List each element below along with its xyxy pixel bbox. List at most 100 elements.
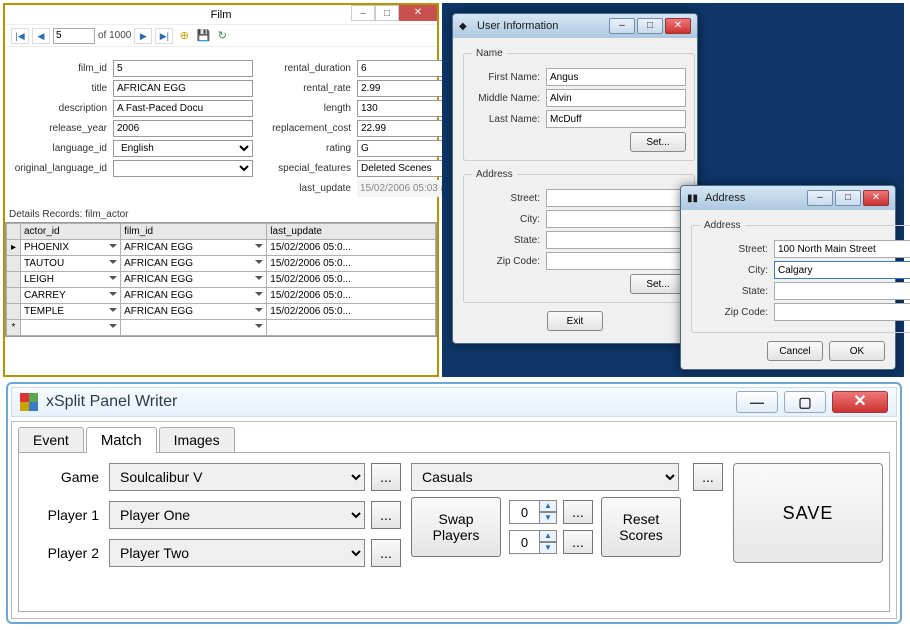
first-name-input[interactable] (546, 68, 686, 86)
street-input[interactable] (774, 240, 910, 258)
maximize-button[interactable]: ▢ (784, 391, 826, 413)
description-label: description (13, 103, 113, 114)
col-film-id[interactable]: film_id (121, 224, 267, 240)
maximize-button[interactable]: □ (375, 5, 399, 21)
score2-down[interactable]: ▼ (539, 542, 557, 554)
player2-select[interactable]: Player Two (109, 539, 365, 567)
set-address-button[interactable]: Set... (630, 274, 686, 294)
state-input[interactable] (546, 231, 686, 249)
cancel-button[interactable]: Cancel (767, 341, 823, 361)
minimize-button[interactable]: – (609, 18, 635, 34)
state-input[interactable] (774, 282, 910, 300)
close-button[interactable]: ✕ (665, 18, 691, 34)
exit-button[interactable]: Exit (547, 311, 603, 331)
set-name-button[interactable]: Set... (630, 132, 686, 152)
app-icon (20, 393, 38, 411)
title-label: title (13, 83, 113, 94)
street-label: Street: (472, 193, 546, 204)
score1-up[interactable]: ▲ (539, 500, 557, 512)
maximize-button[interactable]: □ (637, 18, 663, 34)
score2-input[interactable] (509, 530, 539, 554)
swap-players-button[interactable]: Swap Players (411, 497, 501, 557)
release-year-input[interactable] (113, 120, 253, 137)
original-language-id-label: original_language_id (13, 163, 113, 174)
reset-scores-button[interactable]: Reset Scores (601, 497, 681, 557)
replacement-cost-label: replacement_cost (257, 123, 357, 134)
tab-images[interactable]: Images (159, 427, 235, 452)
score1-down[interactable]: ▼ (539, 512, 557, 524)
last-name-input[interactable] (546, 110, 686, 128)
minimize-button[interactable]: – (351, 5, 375, 21)
zip-input[interactable] (774, 303, 910, 321)
title-input[interactable] (113, 80, 253, 97)
nav-first-button[interactable]: |◀ (11, 28, 29, 44)
maximize-button[interactable]: □ (835, 190, 861, 206)
film-actor-grid[interactable]: actor_id film_id last_update ▸PHOENIXAFR… (5, 222, 437, 337)
film-id-input[interactable] (113, 60, 253, 77)
nav-refresh-icon[interactable]: ↻ (214, 28, 230, 44)
special-features-label: special_features (257, 163, 357, 174)
ok-button[interactable]: OK (829, 341, 885, 361)
game-browse-button[interactable]: ... (371, 463, 401, 491)
address-title: Address (705, 192, 745, 204)
col-last-update[interactable]: last_update (267, 224, 436, 240)
close-button[interactable]: ✕ (399, 5, 437, 21)
score1-input[interactable] (509, 500, 539, 524)
tab-event[interactable]: Event (18, 427, 84, 452)
score1-browse-button[interactable]: ... (563, 500, 593, 524)
score2-spinner[interactable]: ▲▼ (509, 530, 557, 554)
release-year-label: release_year (13, 123, 113, 134)
zip-label: Zip Code: (700, 307, 774, 318)
city-label: City: (472, 214, 546, 225)
minimize-button[interactable]: – (807, 190, 833, 206)
street-input[interactable] (546, 189, 686, 207)
nav-save-icon[interactable]: 💾 (195, 28, 211, 44)
record-navigator: |◀ ◀ of 1000 ▶ ▶| ⊕ 💾 ↻ (5, 25, 437, 47)
score2-browse-button[interactable]: ... (563, 530, 593, 554)
street-label: Street: (700, 244, 774, 255)
last-update-label: last_update (257, 183, 357, 194)
close-button[interactable]: ✕ (832, 391, 888, 413)
xsplit-title: xSplit Panel Writer (46, 393, 177, 411)
film-id-label: film_id (13, 63, 113, 74)
nav-prev-button[interactable]: ◀ (32, 28, 50, 44)
player2-browse-button[interactable]: ... (371, 539, 401, 567)
save-button[interactable]: SAVE (733, 463, 883, 563)
nav-next-button[interactable]: ▶ (134, 28, 152, 44)
zip-input[interactable] (546, 252, 686, 270)
language-id-label: language_id (13, 143, 113, 154)
nav-add-icon[interactable]: ⊕ (176, 28, 192, 44)
player1-select[interactable]: Player One (109, 501, 365, 529)
score1-spinner[interactable]: ▲▼ (509, 500, 557, 524)
user-info-title: User Information (477, 20, 558, 32)
minimize-button[interactable]: — (736, 391, 778, 413)
description-input[interactable] (113, 100, 253, 117)
player1-browse-button[interactable]: ... (371, 501, 401, 529)
city-input[interactable] (774, 261, 910, 279)
nav-page-input[interactable] (53, 28, 95, 44)
address-legend: Address (700, 220, 745, 231)
game-label: Game (31, 469, 109, 485)
close-button[interactable]: ✕ (863, 190, 889, 206)
app-icon: ▮▮ (687, 193, 701, 204)
nav-of-label: of 1000 (98, 30, 131, 41)
table-row: ▸PHOENIXAFRICAN EGG15/02/2006 05:0... (7, 240, 436, 256)
table-row: LEIGHAFRICAN EGG15/02/2006 05:0... (7, 272, 436, 288)
city-input[interactable] (546, 210, 686, 228)
game-select[interactable]: Soulcalibur V (109, 463, 365, 491)
col-actor-id[interactable]: actor_id (21, 224, 121, 240)
state-label: State: (472, 235, 546, 246)
tab-match[interactable]: Match (86, 427, 157, 453)
score2-up[interactable]: ▲ (539, 530, 557, 542)
name-legend: Name (472, 48, 507, 59)
player2-label: Player 2 (31, 545, 109, 561)
middle-name-input[interactable] (546, 89, 686, 107)
round-select[interactable]: Casuals (411, 463, 679, 491)
original-language-id-select[interactable] (113, 160, 253, 177)
xsplit-window: xSplit Panel Writer — ▢ ✕ Event Match Im… (6, 382, 902, 624)
table-row: CARREYAFRICAN EGG15/02/2006 05:0... (7, 288, 436, 304)
language-id-select[interactable]: English (113, 140, 253, 157)
nav-last-button[interactable]: ▶| (155, 28, 173, 44)
app-icon: ◆ (459, 21, 473, 32)
round-browse-button[interactable]: ... (693, 463, 723, 491)
